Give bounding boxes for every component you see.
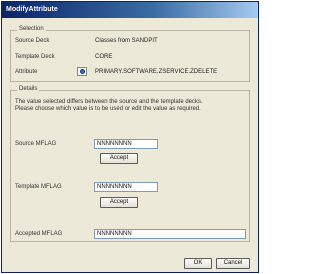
- details-group-title: Details: [17, 86, 40, 92]
- details-group: Details The value selected differs betwe…: [10, 86, 250, 242]
- template-deck-value: CORE: [95, 54, 113, 60]
- attribute-value: PRIMARY.SOFTWARE.ZSERVICE.ZDELETE: [95, 69, 218, 75]
- cancel-button[interactable]: Cancel: [216, 258, 250, 269]
- template-accept-button[interactable]: Accept: [100, 197, 138, 208]
- ok-button[interactable]: OK: [184, 258, 212, 269]
- browse-icon-dot: [80, 69, 85, 74]
- accepted-mflag-field[interactable]: NNNNNNNN: [94, 229, 246, 239]
- window-title: ModifyAttribute: [2, 2, 258, 18]
- details-description: The value selected differs between the s…: [15, 99, 247, 113]
- source-mflag-field[interactable]: NNNNNNNN: [94, 139, 158, 149]
- modify-attribute-dialog: ModifyAttribute Selection Source Deck Cl…: [1, 1, 259, 273]
- source-deck-value: Classes from SANDPIT: [95, 38, 158, 44]
- browse-icon[interactable]: [77, 67, 87, 76]
- selection-group: Selection Source Deck Classes from SANDP…: [10, 26, 250, 82]
- attribute-label: Attribute: [15, 69, 38, 75]
- details-description-line1: The value selected differs between the s…: [15, 99, 203, 105]
- selection-group-title: Selection: [17, 26, 46, 32]
- source-deck-label: Source Deck: [15, 38, 50, 44]
- source-accept-button[interactable]: Accept: [100, 153, 138, 164]
- source-mflag-label: Source MFLAG: [15, 141, 57, 147]
- template-mflag-field[interactable]: NNNNNNNN: [94, 182, 158, 192]
- details-description-line2: Please choose which value is to be used …: [15, 106, 201, 112]
- template-deck-label: Template Deck: [15, 54, 55, 60]
- accepted-mflag-label: Accepted MFLAG: [15, 231, 63, 237]
- template-mflag-label: Template MFLAG: [15, 184, 62, 190]
